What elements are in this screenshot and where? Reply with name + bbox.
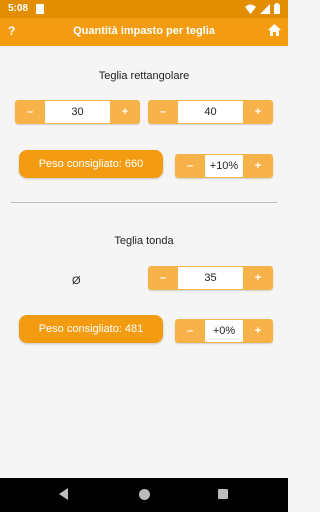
rect-height-plus-button[interactable]: + <box>243 100 273 124</box>
wifi-icon <box>245 4 256 14</box>
rect-height-value[interactable]: 40 <box>178 100 243 124</box>
rect-adjust-value[interactable]: +10% <box>205 154 243 178</box>
recent-apps-icon[interactable] <box>218 489 228 499</box>
section-divider <box>11 202 277 203</box>
rect-width-minus-button[interactable]: – <box>15 100 45 124</box>
rect-height-stepper: – 40 + <box>148 100 273 124</box>
rect-section-title: Teglia rettangolare <box>98 70 190 82</box>
round-adjust-stepper: – +0% + <box>175 319 273 343</box>
round-adjust-minus-button[interactable]: – <box>175 319 205 343</box>
signal-icon <box>260 3 270 14</box>
back-icon[interactable] <box>59 488 68 500</box>
round-diameter-value[interactable]: 35 <box>178 266 243 290</box>
diameter-symbol: Ø <box>72 275 81 287</box>
status-icons <box>245 3 280 14</box>
home-nav-icon[interactable] <box>139 489 150 500</box>
rect-width-plus-button[interactable]: + <box>110 100 140 124</box>
sd-card-icon <box>36 4 44 14</box>
status-bar: 5:08 <box>0 0 288 18</box>
round-diameter-minus-button[interactable]: – <box>148 266 178 290</box>
home-icon[interactable] <box>268 24 281 36</box>
app-bar: ? Quantità impasto per teglia <box>0 18 288 46</box>
rect-adjust-minus-button[interactable]: – <box>175 154 205 178</box>
app-title: Quantità impasto per teglia <box>73 25 215 37</box>
rect-weight-button[interactable]: Peso consigliato: 660 <box>19 150 163 178</box>
navigation-bar <box>0 478 288 512</box>
round-weight-button[interactable]: Peso consigliato: 481 <box>19 315 163 343</box>
rect-adjust-plus-button[interactable]: + <box>243 154 273 178</box>
round-section-title: Teglia tonda <box>114 235 174 247</box>
rect-height-minus-button[interactable]: – <box>148 100 178 124</box>
rect-width-stepper: – 30 + <box>15 100 140 124</box>
round-diameter-plus-button[interactable]: + <box>243 266 273 290</box>
rect-width-value[interactable]: 30 <box>45 100 110 124</box>
battery-icon <box>274 3 280 14</box>
round-adjust-plus-button[interactable]: + <box>243 319 273 343</box>
rect-adjust-stepper: – +10% + <box>175 154 273 178</box>
status-time: 5:08 <box>8 3 29 14</box>
round-diameter-stepper: – 35 + <box>148 266 273 290</box>
round-adjust-value[interactable]: +0% <box>205 319 243 343</box>
